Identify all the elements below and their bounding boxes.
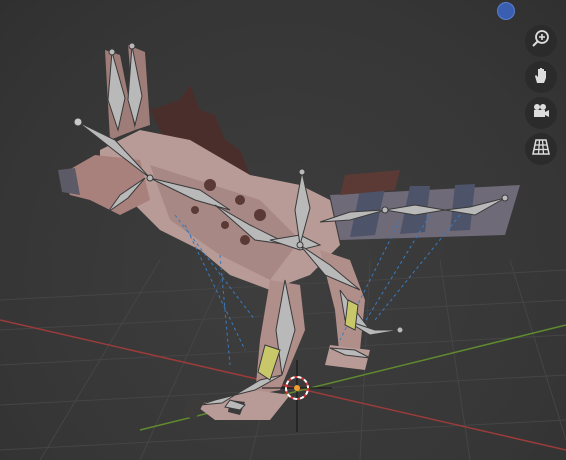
zoom-button[interactable] [525, 25, 557, 57]
bone-joint-tail-end [501, 194, 509, 202]
scene-canvas[interactable] [0, 0, 566, 460]
bone-joint-neck [146, 174, 154, 182]
camera-icon [531, 101, 551, 125]
bone-joint-ear [108, 48, 116, 56]
zoom-icon [531, 29, 551, 53]
bone-head-tip [73, 117, 83, 127]
hand-icon [531, 65, 551, 89]
bone-joint-ear2 [128, 42, 136, 50]
perspective-toggle-button[interactable] [525, 133, 557, 165]
bone-joint-top [298, 168, 306, 176]
axis-gizmo-icon[interactable] [497, 2, 515, 20]
bone-joint-hand [396, 326, 404, 334]
grid-icon [531, 137, 551, 161]
creature-mesh[interactable] [58, 45, 520, 420]
bone-joint-tail [381, 206, 389, 214]
bone-joint-spine [296, 241, 304, 249]
pan-button[interactable] [525, 61, 557, 93]
3d-viewport[interactable] [0, 0, 566, 460]
camera-button[interactable] [525, 97, 557, 129]
